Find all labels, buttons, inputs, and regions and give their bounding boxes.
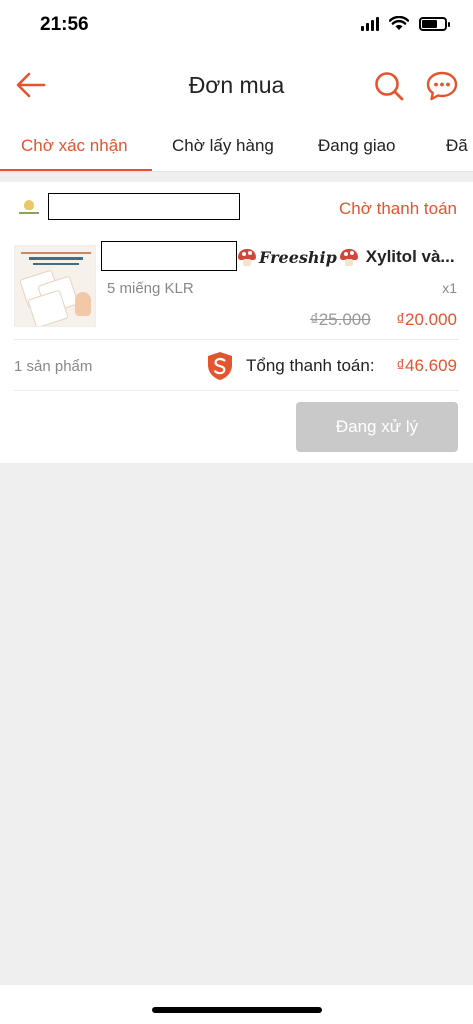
- item-count: 1 sản phẩm: [14, 358, 93, 375]
- redacted-shop-name: [48, 193, 240, 220]
- bottom-bar: [0, 985, 473, 1024]
- order-card[interactable]: Chờ thanh toán Freeship Xylitol và... 5 …: [0, 182, 473, 463]
- status-bar: 21:56: [0, 0, 473, 50]
- order-tabs: Chờ xác nhận Chờ lấy hàng Đang giao Đã: [0, 122, 473, 172]
- active-tab-indicator: [0, 169, 152, 171]
- tab-delivered[interactable]: Đã: [446, 136, 468, 156]
- nav-bar: Đơn mua: [0, 50, 473, 122]
- shop-logo: [16, 194, 42, 220]
- status-icons: [361, 16, 450, 31]
- product-quantity: x1: [442, 280, 457, 296]
- tab-waiting-confirmation[interactable]: Chờ xác nhận: [21, 136, 128, 156]
- product-variant: 5 miếng KLR: [107, 280, 194, 297]
- shopee-guarantee-icon: [208, 352, 232, 380]
- sale-price: ₫20.000: [396, 310, 457, 329]
- status-time: 21:56: [40, 14, 89, 35]
- product-name[interactable]: Freeship Xylitol và...: [237, 247, 455, 267]
- freeship-tag: Freeship: [259, 247, 337, 267]
- signal-icon: [361, 16, 379, 31]
- product-title: Xylitol và...: [365, 247, 455, 266]
- total-label: Tổng thanh toán:: [246, 356, 375, 375]
- battery-icon: [419, 16, 450, 31]
- home-indicator[interactable]: [152, 1007, 322, 1013]
- original-price: ₫25.000: [310, 310, 371, 329]
- chat-icon[interactable]: [425, 70, 459, 102]
- redacted-product-prefix: [101, 241, 237, 271]
- tab-waiting-pickup[interactable]: Chờ lấy hàng: [172, 136, 274, 156]
- mushroom-icon: [339, 248, 358, 266]
- product-image[interactable]: [14, 245, 96, 327]
- order-status: Chờ thanh toán: [339, 199, 457, 218]
- tab-shipping[interactable]: Đang giao: [318, 136, 396, 156]
- total-value: ₫46.609: [396, 356, 457, 375]
- divider: [14, 339, 459, 340]
- mushroom-icon: [238, 248, 256, 266]
- divider: [14, 390, 459, 391]
- processing-button[interactable]: Đang xử lý: [296, 402, 458, 452]
- wifi-icon: [389, 16, 409, 30]
- search-icon[interactable]: [373, 70, 405, 102]
